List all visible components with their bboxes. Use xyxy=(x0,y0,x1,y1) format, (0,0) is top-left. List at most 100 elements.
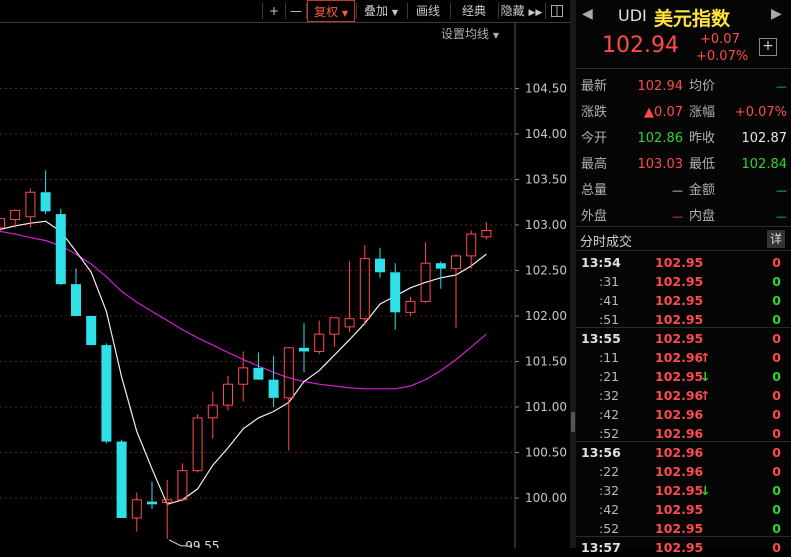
candle xyxy=(451,254,461,328)
candle xyxy=(147,481,157,509)
candle xyxy=(359,245,370,326)
candle xyxy=(192,414,203,473)
y-tick-label: 104.50 xyxy=(525,81,567,95)
candle xyxy=(405,296,416,316)
stats-row: 今开 102.86 昨收 102.87 xyxy=(576,126,791,152)
candle xyxy=(223,376,233,411)
tick-volume: 0 xyxy=(772,369,781,384)
candle-body xyxy=(435,263,446,269)
stats-row: 最新 102.94 均价 — xyxy=(576,74,791,100)
candle-body xyxy=(253,367,264,380)
candle-body xyxy=(238,367,249,385)
tick-price: 102.96 xyxy=(655,350,704,365)
tick-price: 102.95 xyxy=(655,293,704,308)
divider-grip-icon[interactable] xyxy=(571,412,575,432)
candle xyxy=(40,170,51,215)
candle xyxy=(420,242,431,304)
tick-price: 102.96 xyxy=(655,388,704,403)
tick-volume: 0 xyxy=(772,388,781,403)
stat-value: 102.84 xyxy=(741,157,788,172)
tick-time: :42 xyxy=(599,407,620,422)
candle-body xyxy=(375,258,385,273)
stat-value: — xyxy=(672,184,683,197)
minute-divider xyxy=(576,441,791,442)
tick-volume: 0 xyxy=(772,350,781,365)
y-tick-label: 101.00 xyxy=(525,400,567,414)
tick-price: 102.96 xyxy=(655,464,704,479)
next-symbol-icon[interactable]: ▶ xyxy=(771,6,782,22)
prev-symbol-icon[interactable]: ◀ xyxy=(582,6,593,22)
stats-row: 涨跌 ▲0.07 涨幅 +0.07% xyxy=(576,100,791,126)
stat-value: 102.94 xyxy=(637,79,684,94)
tick-price: 102.95 xyxy=(655,502,704,517)
stat-value: 102.86 xyxy=(637,131,684,146)
label-layer: 104.50 104.00 103.50 103.00 102.50 102.00 101.… xyxy=(168,81,567,548)
stats-row: 总量 — 金额 — xyxy=(576,178,791,204)
kline-chart-panel[interactable]: + — 复权 ▼ 叠加 ▼ 画线 经典 隐藏 ▶▶ 设置均线 ▼ 104.50 … xyxy=(0,0,570,548)
quote-panel: ◀ UDI 美元指数 ▶ 102.94 +0.07 +0.07% + 最新 102… xyxy=(576,0,791,555)
last-price: 102.94 xyxy=(602,33,679,58)
price-block: 102.94 +0.07 +0.07% + xyxy=(576,30,791,70)
candle xyxy=(101,343,112,444)
minute-divider xyxy=(576,327,791,328)
y-tick-label: 100.00 xyxy=(525,491,567,505)
y-tick-label: 100.50 xyxy=(525,445,567,459)
candle-body xyxy=(451,255,461,270)
candle xyxy=(116,439,127,518)
arrow-up-icon: ↑ xyxy=(700,350,711,365)
candle xyxy=(86,315,97,346)
ticks-title: 分时成交 xyxy=(580,235,633,250)
tick-price: 102.95 xyxy=(655,331,704,346)
tick-price: 102.95 xyxy=(655,274,704,289)
tick-time: :32 xyxy=(599,483,620,498)
tick-row: :31 102.95 0 xyxy=(576,272,791,291)
candle-body xyxy=(390,272,401,313)
candle-body xyxy=(55,214,66,285)
candle-body xyxy=(131,499,142,519)
price-change: +0.07 xyxy=(700,32,740,47)
candle-body xyxy=(344,318,355,328)
candle-body xyxy=(177,470,188,501)
low-annotation-arrow xyxy=(168,539,182,547)
add-watchlist-button[interactable]: + xyxy=(759,38,777,56)
tick-volume: 0 xyxy=(772,445,781,460)
candle xyxy=(253,352,264,380)
candle-body xyxy=(283,347,294,399)
tick-price: 102.96 xyxy=(655,445,704,460)
tick-price: 102.95 xyxy=(655,483,704,498)
candle-body xyxy=(223,383,233,406)
candle xyxy=(481,222,492,240)
tick-row: 13:55 102.95 0 xyxy=(576,329,791,348)
y-tick-label: 101.50 xyxy=(525,354,567,368)
tick-row: :11 102.96 ↑ 0 xyxy=(576,348,791,367)
ticks-detail-button[interactable]: 详 xyxy=(767,230,785,248)
tick-price: 102.95 xyxy=(655,369,704,384)
candle-layer xyxy=(0,170,492,539)
stat-label: 最高 xyxy=(581,157,608,172)
stat-label: 均价 xyxy=(689,79,716,94)
tick-row: :42 102.96 0 xyxy=(576,405,791,424)
stat-label: 最新 xyxy=(581,79,608,94)
arrow-down-icon: ↓ xyxy=(700,483,711,498)
stat-value: 102.87 xyxy=(741,131,788,146)
candle-body xyxy=(10,209,21,221)
tick-time: 13:56 xyxy=(581,445,621,460)
stat-label: 今开 xyxy=(581,131,608,146)
stat-label: 总量 xyxy=(581,183,608,198)
stat-label: 金额 xyxy=(689,183,716,198)
symbol-name: 美元指数 xyxy=(654,8,731,30)
candle xyxy=(207,391,218,439)
tick-volume: 0 xyxy=(772,293,781,308)
candle-body xyxy=(192,417,203,472)
tick-time: :41 xyxy=(599,293,620,308)
candle-body xyxy=(147,501,157,505)
candle xyxy=(268,356,279,407)
y-tick-label: 102.50 xyxy=(525,263,567,277)
candlestick-chart[interactable]: 104.50 104.00 103.50 103.00 102.50 102.00 101.… xyxy=(0,0,570,548)
candle-body xyxy=(329,317,340,335)
minute-divider xyxy=(576,536,791,537)
tick-price: 102.96 xyxy=(655,407,704,422)
tick-price: 102.95 xyxy=(655,255,704,270)
tick-volume: 0 xyxy=(772,407,781,422)
ticks-header: 分时成交 详 xyxy=(576,228,791,250)
